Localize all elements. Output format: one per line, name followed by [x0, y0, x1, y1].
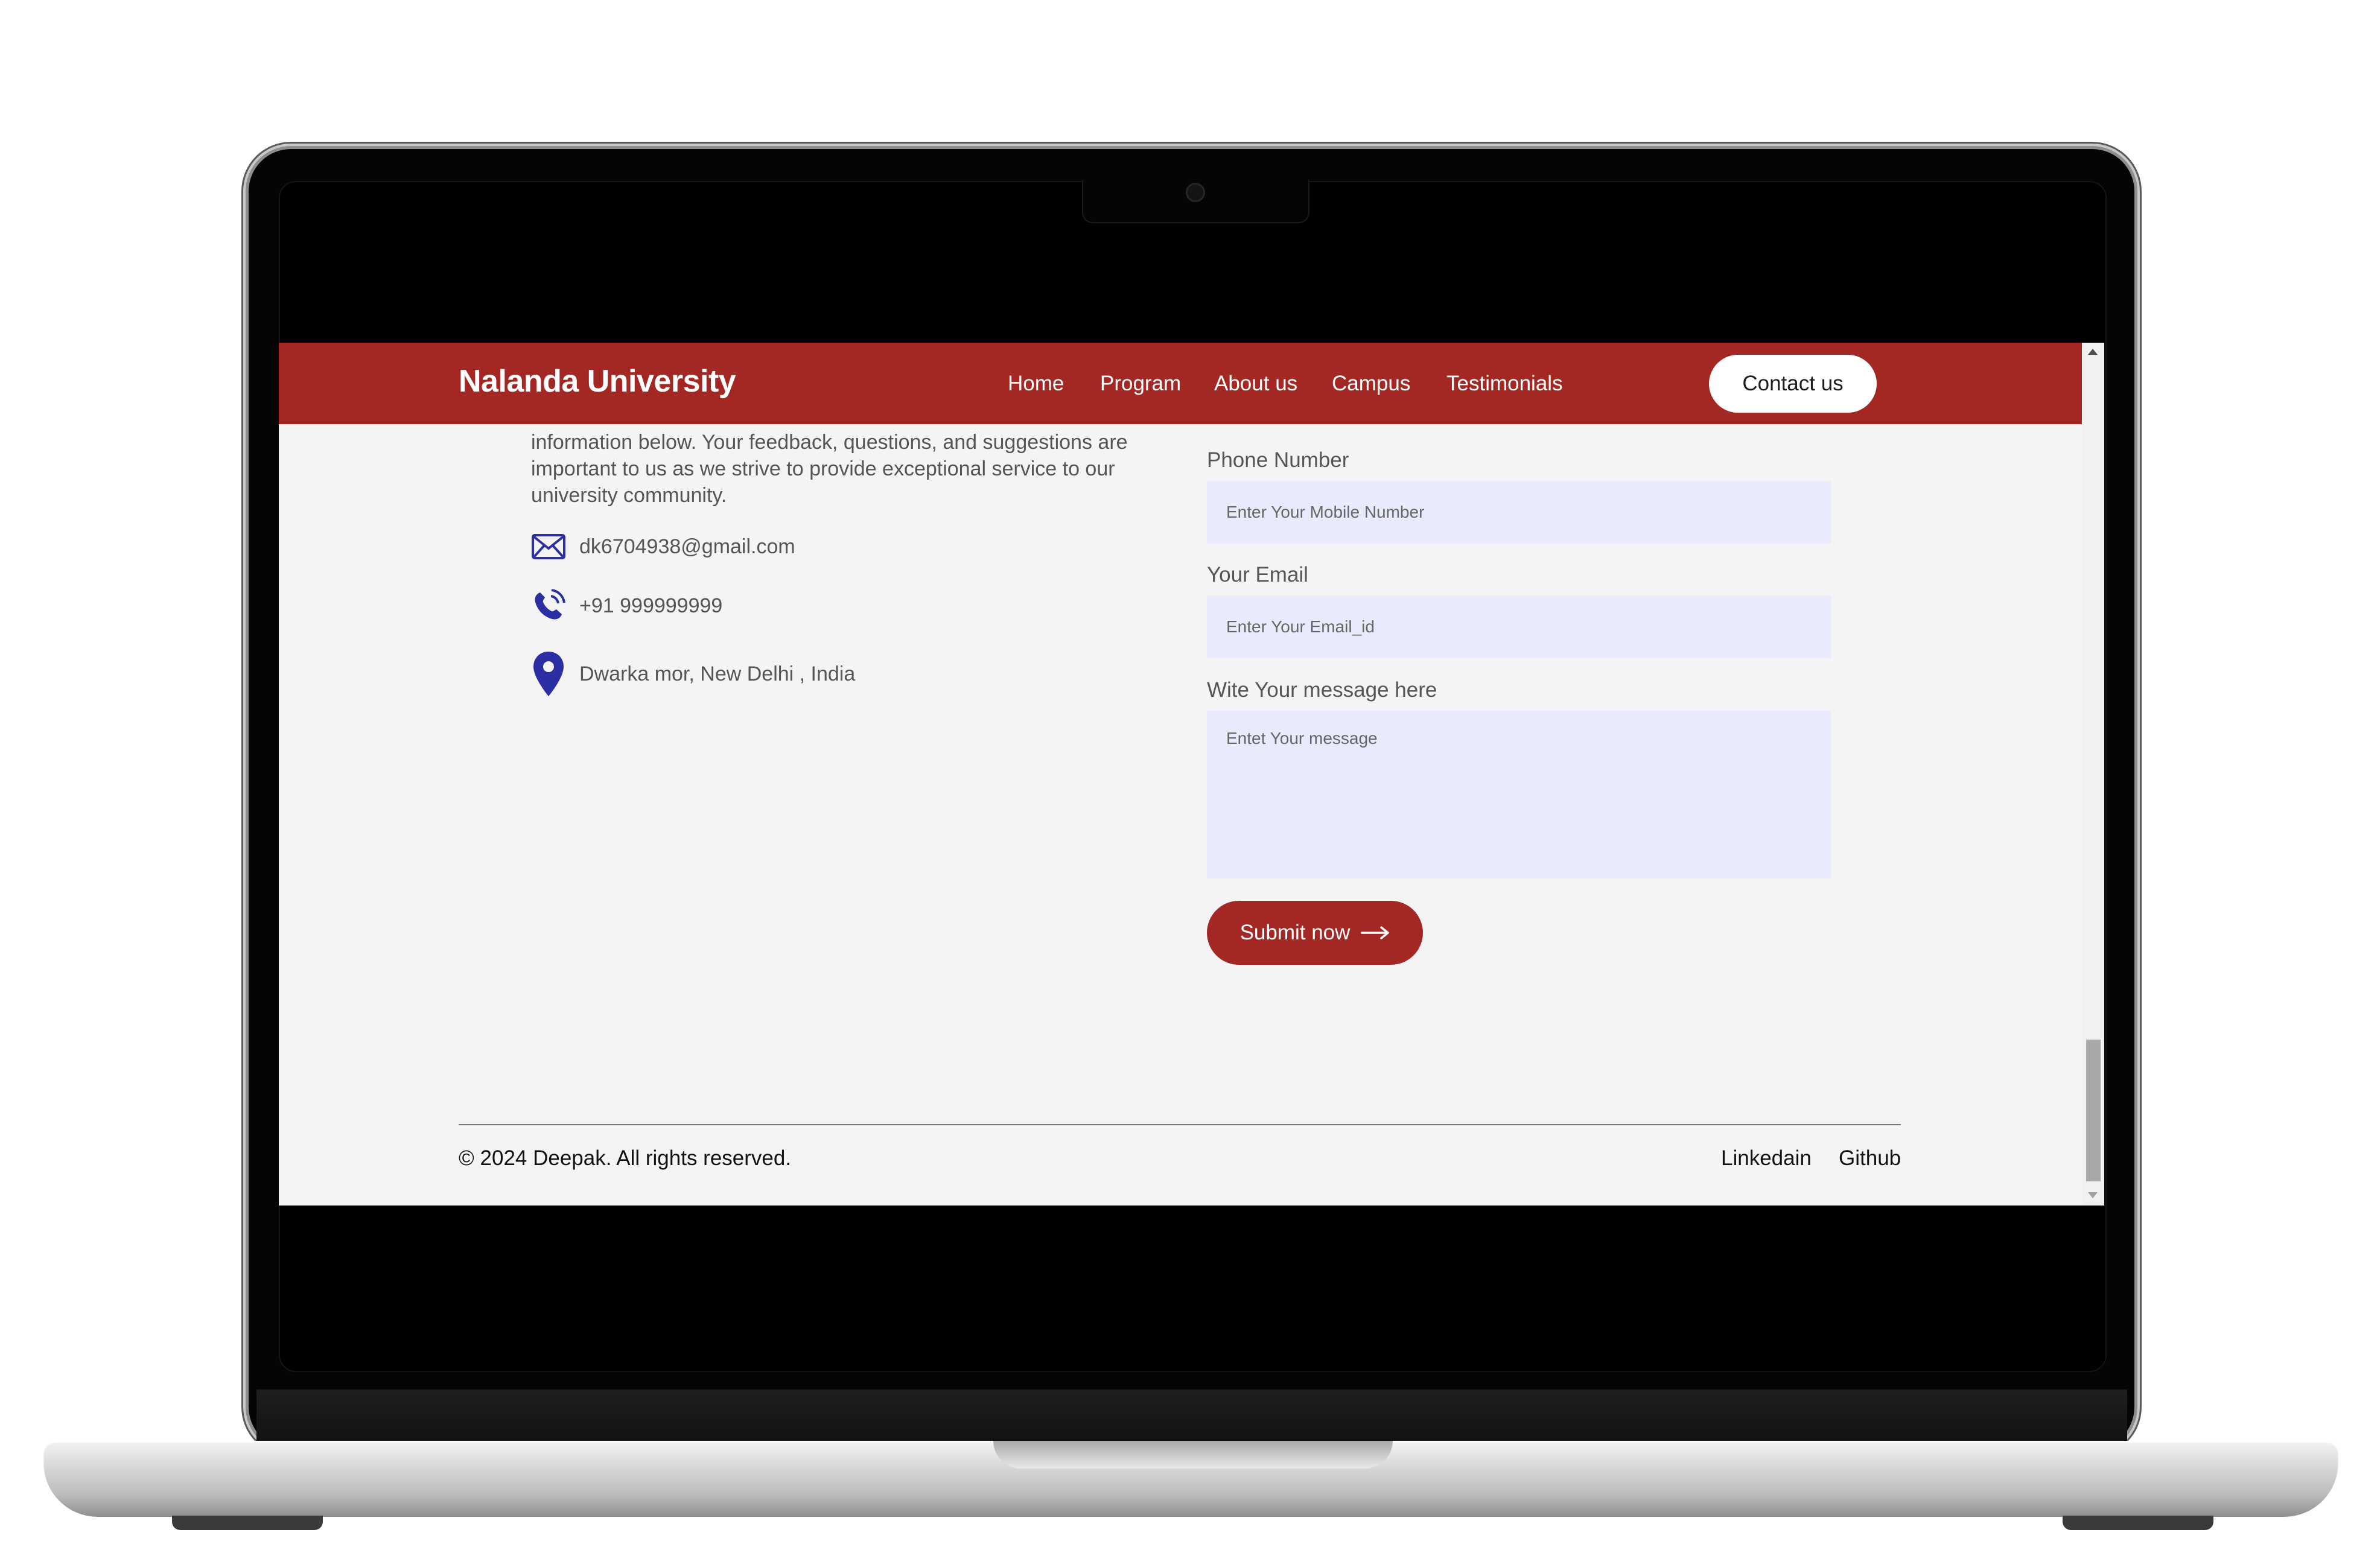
laptop-hinge — [256, 1390, 2127, 1441]
phone-number-label: Phone Number — [1207, 448, 1349, 472]
nav-testimonials[interactable]: Testimonials — [1446, 372, 1563, 396]
nav-home[interactable]: Home — [1008, 372, 1064, 396]
footer-divider — [459, 1124, 1901, 1125]
navbar: Nalanda University Home Program About us… — [279, 343, 2082, 424]
nav-campus[interactable]: Campus — [1332, 372, 1410, 396]
contact-email-row: dk6704938@gmail.com — [531, 534, 795, 559]
webcam-icon — [1186, 183, 1205, 202]
laptop-foot-left — [172, 1516, 323, 1530]
brand-logo[interactable]: Nalanda University — [459, 363, 736, 399]
footer-link-github[interactable]: Github — [1839, 1146, 1901, 1171]
browser-viewport: Nalanda University Home Program About us… — [279, 343, 2104, 1206]
phone-number-input[interactable] — [1207, 481, 1831, 544]
message-textarea[interactable] — [1207, 711, 1831, 878]
submit-button-label: Submit now — [1239, 921, 1351, 944]
contact-phone-row: +91 999999999 — [531, 589, 722, 623]
vertical-scrollbar[interactable] — [2082, 343, 2104, 1206]
nav-about-us[interactable]: About us — [1214, 372, 1297, 396]
your-email-label: Your Email — [1207, 563, 1308, 586]
scroll-up-arrow-icon[interactable] — [2088, 349, 2098, 355]
contact-address: Dwarka mor, New Delhi , India — [579, 662, 856, 685]
submit-button[interactable]: Submit now — [1207, 901, 1423, 965]
phone-icon — [531, 589, 566, 623]
location-pin-icon — [531, 650, 566, 697]
contact-email[interactable]: dk6704938@gmail.com — [579, 535, 795, 559]
nav-program[interactable]: Program — [1100, 372, 1181, 396]
copyright-text: © 2024 Deepak. All rights reserved. — [459, 1146, 792, 1170]
contact-address-row: Dwarka mor, New Delhi , India — [531, 650, 855, 697]
contact-phone[interactable]: +91 999999999 — [579, 594, 722, 618]
laptop-foot-right — [2063, 1516, 2213, 1530]
footer-link-linkedin[interactable]: Linkedain — [1721, 1146, 1812, 1171]
arrow-right-icon — [1361, 926, 1390, 939]
contact-intro-text: information below. Your feedback, questi… — [531, 431, 1128, 507]
scrollbar-thumb[interactable] — [2086, 1040, 2101, 1181]
scroll-down-arrow-icon[interactable] — [2088, 1192, 2098, 1198]
lid-opening-notch — [993, 1441, 1393, 1469]
message-label: Wite Your message here — [1207, 678, 1437, 702]
mail-icon — [531, 534, 566, 559]
contact-us-button[interactable]: Contact us — [1709, 355, 1877, 413]
email-input[interactable] — [1207, 596, 1831, 658]
